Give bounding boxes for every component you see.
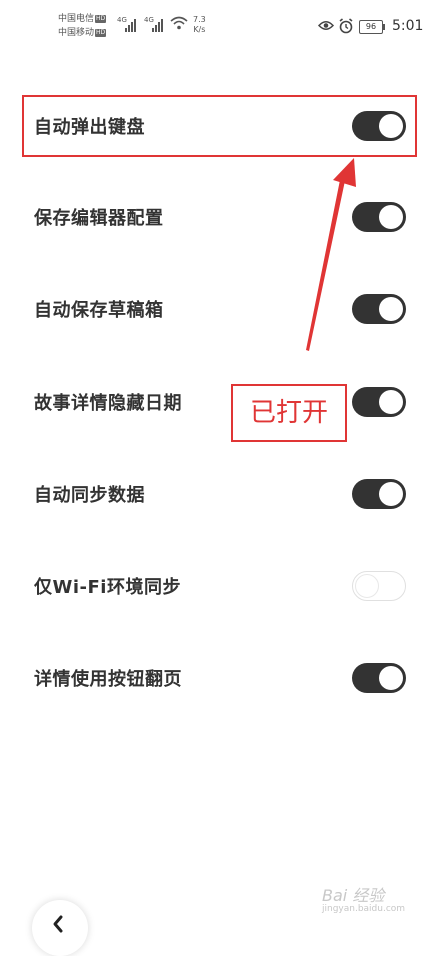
watermark-main: Bai 经验 [322,886,385,905]
watermark: Bai 经验 jingyan.baidu.com [322,882,405,914]
watermark-sub: jingyan.baidu.com [322,904,406,914]
annotation-callout: 已打开 [231,384,347,442]
chevron-left-icon [53,915,63,933]
annotation-arrow [306,158,356,351]
back-button[interactable] [32,900,88,956]
